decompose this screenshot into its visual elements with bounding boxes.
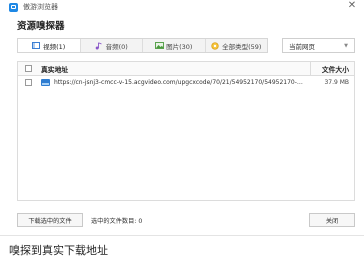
video-icon xyxy=(32,42,41,49)
column-header-size[interactable]: 文件大小 xyxy=(310,62,354,75)
scope-selected-value: 当前网页 xyxy=(289,42,315,51)
tab-label: 视频(1) xyxy=(43,42,66,51)
dialog-footer: 下载选中的文件 选中的文件数目: 0 关闭 xyxy=(17,212,355,228)
tab-all-types[interactable]: 全部类型(59) xyxy=(206,39,268,52)
selected-count-label: 选中的文件数目: 0 xyxy=(91,217,143,225)
media-type-tabs: 视频(1) 音频(0) 图片(30) 全部类型(59) xyxy=(17,38,268,53)
tab-label: 全部类型(59) xyxy=(222,42,262,51)
title-bar: 傲游浏览器 ✕ xyxy=(0,0,364,14)
scope-dropdown[interactable]: 当前网页 ▼ xyxy=(282,38,355,53)
column-header-url[interactable]: 真实地址 xyxy=(39,64,310,74)
tab-label: 音频(0) xyxy=(105,42,128,51)
close-icon[interactable]: ✕ xyxy=(346,1,358,13)
select-all-checkbox[interactable] xyxy=(25,65,32,72)
tab-video[interactable]: 视频(1) xyxy=(18,39,81,52)
resource-url: https://cn-jsnj3-cmcc-v-15.acgvideo.com/… xyxy=(54,79,304,86)
tab-label: 图片(30) xyxy=(166,42,193,51)
all-types-icon xyxy=(211,42,219,50)
tab-image[interactable]: 图片(30) xyxy=(143,39,206,52)
download-selected-button[interactable]: 下载选中的文件 xyxy=(17,213,83,227)
row-checkbox[interactable] xyxy=(25,79,32,86)
resource-table: 真实地址 文件大小 https://cn-jsnj3-cmcc-v-15.acg… xyxy=(17,61,355,201)
table-header: 真实地址 文件大小 xyxy=(18,62,354,76)
browser-logo-icon xyxy=(9,2,18,12)
page-title: 资源嗅探器 xyxy=(17,21,65,32)
resource-sniffer-window: 傲游浏览器 ✕ 资源嗅探器 视频(1) 音频(0) 图片(30) 全部类型(59… xyxy=(0,0,364,236)
app-title: 傲游浏览器 xyxy=(23,3,58,11)
tab-audio[interactable]: 音频(0) xyxy=(81,39,143,52)
chevron-down-icon: ▼ xyxy=(344,42,348,49)
image-icon xyxy=(155,42,165,49)
table-row[interactable]: https://cn-jsnj3-cmcc-v-15.acgvideo.com/… xyxy=(18,76,354,89)
close-button[interactable]: 关闭 xyxy=(309,213,355,227)
video-file-icon xyxy=(41,79,50,86)
music-note-icon xyxy=(95,42,103,50)
resource-size: 37.9 MB xyxy=(324,79,349,86)
caption-text: 嗅探到真实下载地址 xyxy=(9,244,108,257)
